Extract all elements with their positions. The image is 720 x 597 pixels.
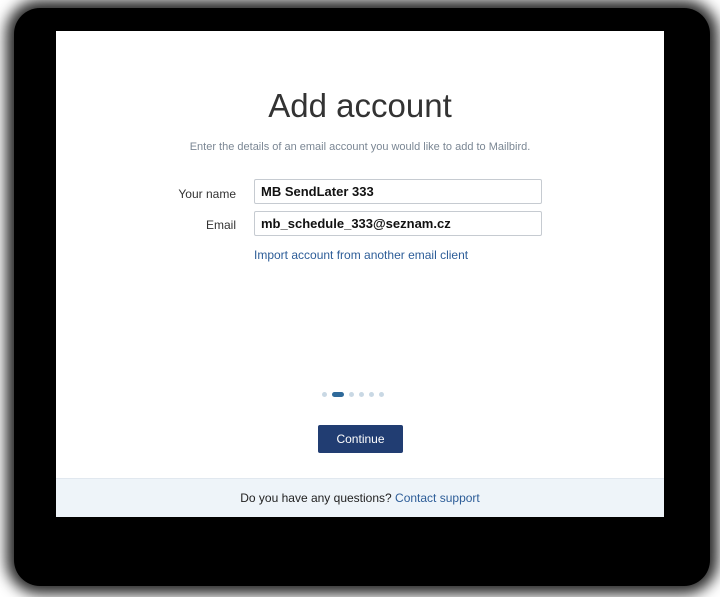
- page-subtitle: Enter the details of an email account yo…: [189, 141, 531, 153]
- page-title: Add account: [268, 87, 452, 124]
- email-field[interactable]: [254, 211, 542, 236]
- import-account-link[interactable]: Import account from another email client: [254, 248, 468, 262]
- support-footer: Do you have any questions? Contact suppo…: [56, 478, 664, 517]
- add-account-dialog: Add account Enter the details of an emai…: [56, 31, 664, 517]
- name-label: Your name: [178, 187, 236, 201]
- name-field[interactable]: [254, 179, 542, 204]
- step-dot: [369, 391, 374, 397]
- continue-button[interactable]: Continue: [318, 425, 403, 453]
- support-question: Do you have any questions?: [240, 491, 392, 505]
- step-dot: [359, 391, 364, 397]
- email-label: Email: [205, 218, 236, 232]
- step-dot: [379, 391, 384, 397]
- step-dot: [322, 391, 327, 397]
- step-dot-current: [332, 391, 344, 397]
- step-indicator: [322, 390, 384, 398]
- contact-support-link[interactable]: Contact support: [395, 491, 480, 505]
- step-dot: [349, 391, 354, 397]
